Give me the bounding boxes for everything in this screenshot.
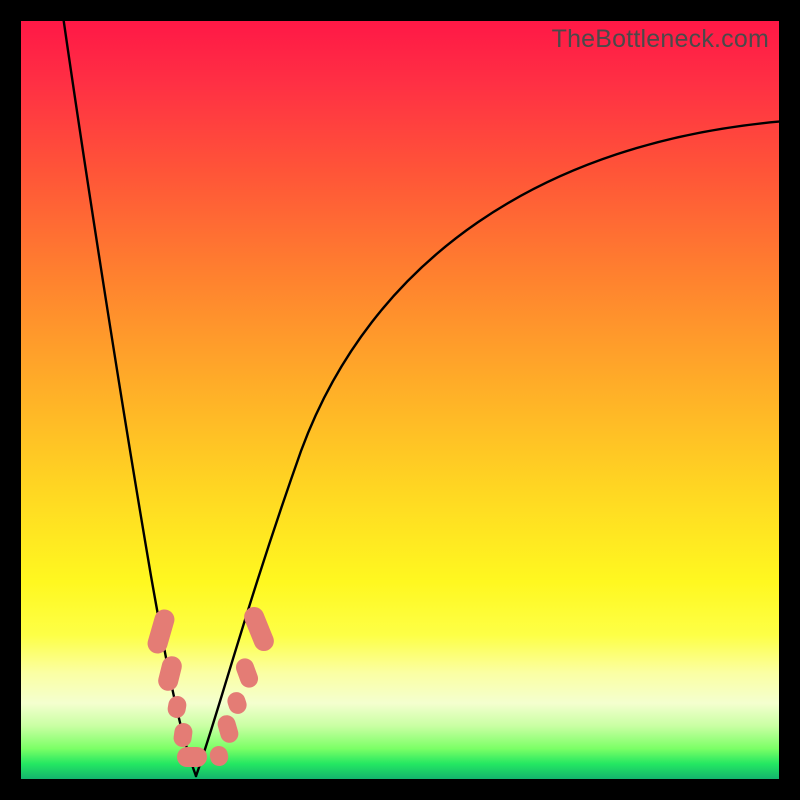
marker-dot — [177, 747, 207, 767]
curve-right-branch — [196, 121, 779, 776]
bottleneck-curves — [21, 21, 779, 779]
plot-area: TheBottleneck.com — [21, 21, 779, 779]
chart-frame: TheBottleneck.com — [0, 0, 800, 800]
